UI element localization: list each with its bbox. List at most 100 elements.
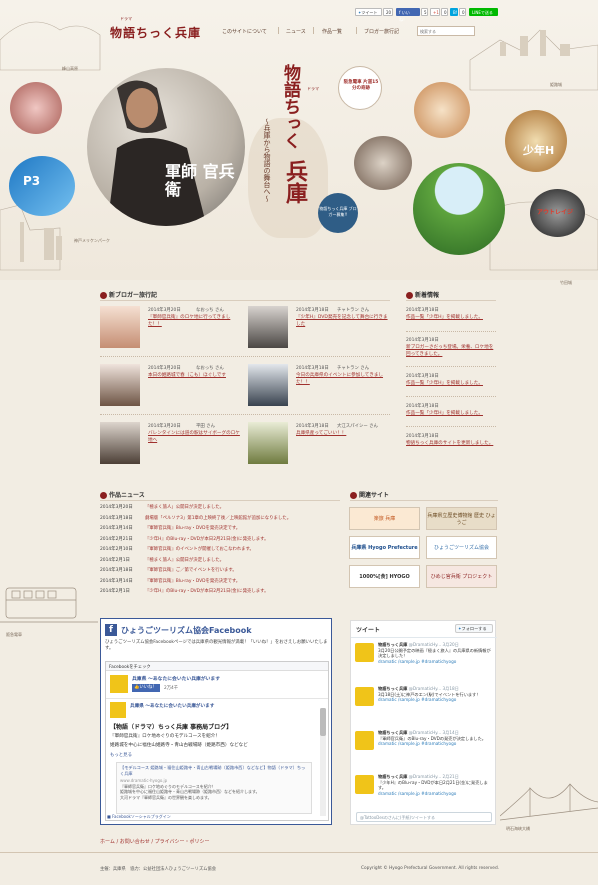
info-link[interactable]: 作品一覧「少年H」を掲載しました。 xyxy=(406,315,496,322)
facebook-like-button[interactable]: f いいね！ xyxy=(396,8,420,22)
banner-hyogo-pref[interactable]: 兵庫県 Hyogo Prefecture xyxy=(349,536,420,559)
info-link[interactable]: 新ブロガーさだっち登場。栄養、ロケ地を回ってきました。 xyxy=(406,345,496,358)
tweet-author[interactable]: 物語ちっく兵庫 xyxy=(378,730,407,735)
tweet-date[interactable]: 2月21日 xyxy=(443,774,459,779)
tweet-link[interactable]: dramatic /sample.jp xyxy=(378,741,420,746)
banner-hyogo-food[interactable]: 1000%[食] HYOGO xyxy=(349,565,420,588)
post-title-link[interactable]: 本日の姫路城で春（こも）ほぐしです xyxy=(148,373,242,380)
news-row[interactable]: 2014年2月10日 『軍師官兵衛』のイベントが開催しておこなわれます。 xyxy=(100,545,340,556)
post-author: チャトラン さん xyxy=(337,366,370,371)
twitter-widget-title: ツイート xyxy=(356,627,381,634)
tweet-avatar[interactable] xyxy=(355,643,374,662)
plugin-scrollbar[interactable] xyxy=(320,708,326,816)
google-plus-button[interactable]: +1 xyxy=(430,8,440,16)
poster-shonen-h[interactable]: 少年H xyxy=(505,110,567,172)
news-row[interactable]: 2014年2月21日 『少年H』のBlu-ray・DVDが本日2月21日(金)に発… xyxy=(100,535,340,546)
site-logo[interactable]: 物語ちっく兵庫 xyxy=(110,24,201,41)
nav-works[interactable]: 作品一覧 xyxy=(322,28,342,35)
banner-himeji-kanbei[interactable]: ひめじ官兵衛 プロジェクト xyxy=(426,565,497,588)
post-author-link[interactable]: 兵庫県 〜あなたに会いたい兵庫がいます xyxy=(130,703,214,709)
tweet-hashtag[interactable]: #dramatichyogo xyxy=(421,791,456,796)
tweet-button[interactable]: ✦ツイート xyxy=(355,8,382,16)
tweet-link[interactable]: dramatic /sample.jp xyxy=(378,697,420,702)
tweet-handle[interactable]: @DramaticHy... xyxy=(409,730,441,735)
tweet-date[interactable]: 3月20日 xyxy=(443,642,459,647)
tweet-compose-input[interactable]: @TattooDesのさんに(手紙)ツイートする xyxy=(356,812,492,822)
info-link[interactable]: 作品一覧「少年H」を掲載しました。 xyxy=(406,381,496,388)
post-title-link[interactable]: 今日の兵庫県のイベントに参加してきました！！ xyxy=(296,373,390,386)
poster-hankyu-densha[interactable]: 阪急電車 片道15分の奇跡 xyxy=(338,66,382,110)
tweet-author[interactable]: 物語ちっく兵庫 xyxy=(378,642,407,647)
news-row[interactable]: 2014年3月14日 『軍師官兵衛』Blu-ray・DVDを発売決定です。 xyxy=(100,577,340,588)
post-title-link[interactable]: バレンタインには道の駅はサイボーグのロケ地へ xyxy=(148,431,242,444)
nav-blogger[interactable]: ブロガー旅行記 xyxy=(364,28,399,35)
nav-about[interactable]: このサイトについて xyxy=(222,28,267,35)
banner-tourism[interactable]: ひょうごツーリズム協会 xyxy=(426,536,497,559)
info-link[interactable]: 物語ちっく兵庫のサイトを更新しました。 xyxy=(406,441,496,448)
tweet-date[interactable]: 3月14日 xyxy=(443,730,459,735)
news-row[interactable]: 2014年2月1日 『少年H』のBlu-ray・DVDが本日2月21日(金)に発売… xyxy=(100,587,340,598)
tweet-item[interactable]: 物語ちっく兵庫 @DramaticHy... 3月18日 3月18日(土)に神戸の… xyxy=(355,685,493,725)
tweet-author[interactable]: 物語ちっく兵庫 xyxy=(378,774,407,779)
poster-outrage[interactable]: アウトレイジ xyxy=(530,189,585,237)
hatena-bookmark-button[interactable]: B! xyxy=(450,8,458,16)
tweet-item[interactable]: 物語ちっく兵庫 @DramaticHy... 3月20日 3月20日公開予定の映画… xyxy=(355,641,493,681)
news-row[interactable]: 2014年3月18日 『軍師官兵衛』ご／第でイベントを行います。 xyxy=(100,566,340,577)
post-title-link[interactable]: 兵庫県産ってごいい！！ xyxy=(296,431,390,438)
tweet-handle[interactable]: @DramaticHy... xyxy=(409,642,441,647)
post-avatar[interactable] xyxy=(110,702,126,718)
poster-film-3[interactable] xyxy=(414,82,470,138)
divider xyxy=(100,300,390,301)
blogger-avatar[interactable] xyxy=(248,306,288,348)
banner-museum[interactable]: 兵庫県立歴史博物館 歴史 ひょうご xyxy=(426,507,497,530)
news-row[interactable]: 2014年3月18日 劇場版「ペルソナ3」第1章の上映終了後／上映館館が追加になり… xyxy=(100,514,340,525)
see-more-link[interactable]: もっと見る xyxy=(110,752,132,758)
scrollbar-thumb[interactable] xyxy=(320,708,326,736)
news-row[interactable]: 2014年3月14日 『軍師官兵衛』Blu-ray・DVDを発売決定です。 xyxy=(100,524,340,535)
tweet-link[interactable]: dramatic /sample.jp xyxy=(378,791,420,796)
nav-news[interactable]: ニュース xyxy=(286,28,306,35)
poster-film-1[interactable] xyxy=(10,82,62,134)
page-avatar[interactable] xyxy=(110,675,128,693)
tweet-avatar[interactable] xyxy=(355,687,374,706)
post-title-link[interactable]: 『軍師官兵衛』のロケ地に行ってきました！！ xyxy=(148,315,242,328)
blogger-avatar[interactable] xyxy=(100,306,140,348)
twitter-follow-button[interactable]: ✦フォローする xyxy=(455,624,493,633)
tweet-link[interactable]: dramatic /sample.jp xyxy=(378,659,420,664)
footer-link-home[interactable]: ホーム xyxy=(100,839,115,845)
news-row[interactable]: 2014年3月20日 「極まく旅人」公開日が決定しました。 xyxy=(100,503,340,514)
blogger-avatar[interactable] xyxy=(100,422,140,464)
blogger-recruit-badge[interactable]: 物語ちっく兵庫 ブロガー募集!! xyxy=(318,193,358,233)
footer-link-contact[interactable]: お問い合わせ xyxy=(120,839,150,845)
tweet-avatar[interactable] xyxy=(355,731,374,750)
search-input[interactable] xyxy=(417,26,475,36)
blogger-avatar[interactable] xyxy=(248,364,288,406)
link-preview-card[interactable]: 【モデルコース 姫路城・福住山姫路寺・青山古戦場跡（姫路市西）などなど】物語（ド… xyxy=(116,762,312,814)
tweet-date[interactable]: 3月18日 xyxy=(443,686,459,691)
tweet-handle[interactable]: @DramaticHy... xyxy=(409,774,441,779)
tweet-hashtag[interactable]: #dramatichyogo xyxy=(421,741,456,746)
banner-rakutabi[interactable]: 楽旅 兵庫 xyxy=(349,507,420,530)
tweet-item[interactable]: 物語ちっく兵庫 @DramaticHy... 2月21日 『少年H』のBlu-ra… xyxy=(355,773,493,813)
post-title-link[interactable]: 『少年H』DVD発売を記念して舞台に行きました xyxy=(296,315,390,328)
poster-film-4[interactable] xyxy=(413,163,505,255)
blogger-avatar[interactable] xyxy=(100,364,140,406)
news-row[interactable]: 2014年2月1日 『極まく旅人』公開日が決定しました。 xyxy=(100,556,340,567)
tweet-hashtag[interactable]: #dramatichyogo xyxy=(421,697,456,702)
footer-link-privacy[interactable]: プライバシー・ポリシー xyxy=(155,839,210,845)
poster-film-2[interactable] xyxy=(354,136,412,190)
poster-persona3[interactable]: P3 xyxy=(9,156,75,216)
tweet-handle[interactable]: @DramaticHy... xyxy=(409,686,441,691)
tweet-hashtag[interactable]: #dramatichyogo xyxy=(421,659,456,664)
tweet-author[interactable]: 物語ちっく兵庫 xyxy=(378,686,407,691)
info-link[interactable]: 作品一覧「少年H」を掲載しました。 xyxy=(406,411,496,418)
facebook-plugin-footer[interactable]: ■ Facebookソーシャルプラグイン xyxy=(107,814,171,820)
blogger-avatar[interactable] xyxy=(248,422,288,464)
page-name-link[interactable]: 兵庫県 〜あなたに会いたい兵庫がいます xyxy=(132,675,220,682)
tweet-item[interactable]: 物語ちっく兵庫 @DramaticHy... 3月14日 『軍師官兵衛』のBlu-… xyxy=(355,729,493,769)
hero-main-image[interactable]: 軍師 官兵衛 xyxy=(87,68,245,226)
card-text: 大河ドラマ『軍師官兵衛』の世界観を楽しめます。 xyxy=(120,794,212,800)
tweet-avatar[interactable] xyxy=(355,775,374,794)
page-like-button[interactable]: 👍いいね！ xyxy=(132,684,160,692)
line-share-button[interactable]: LINEで送る xyxy=(469,8,498,16)
